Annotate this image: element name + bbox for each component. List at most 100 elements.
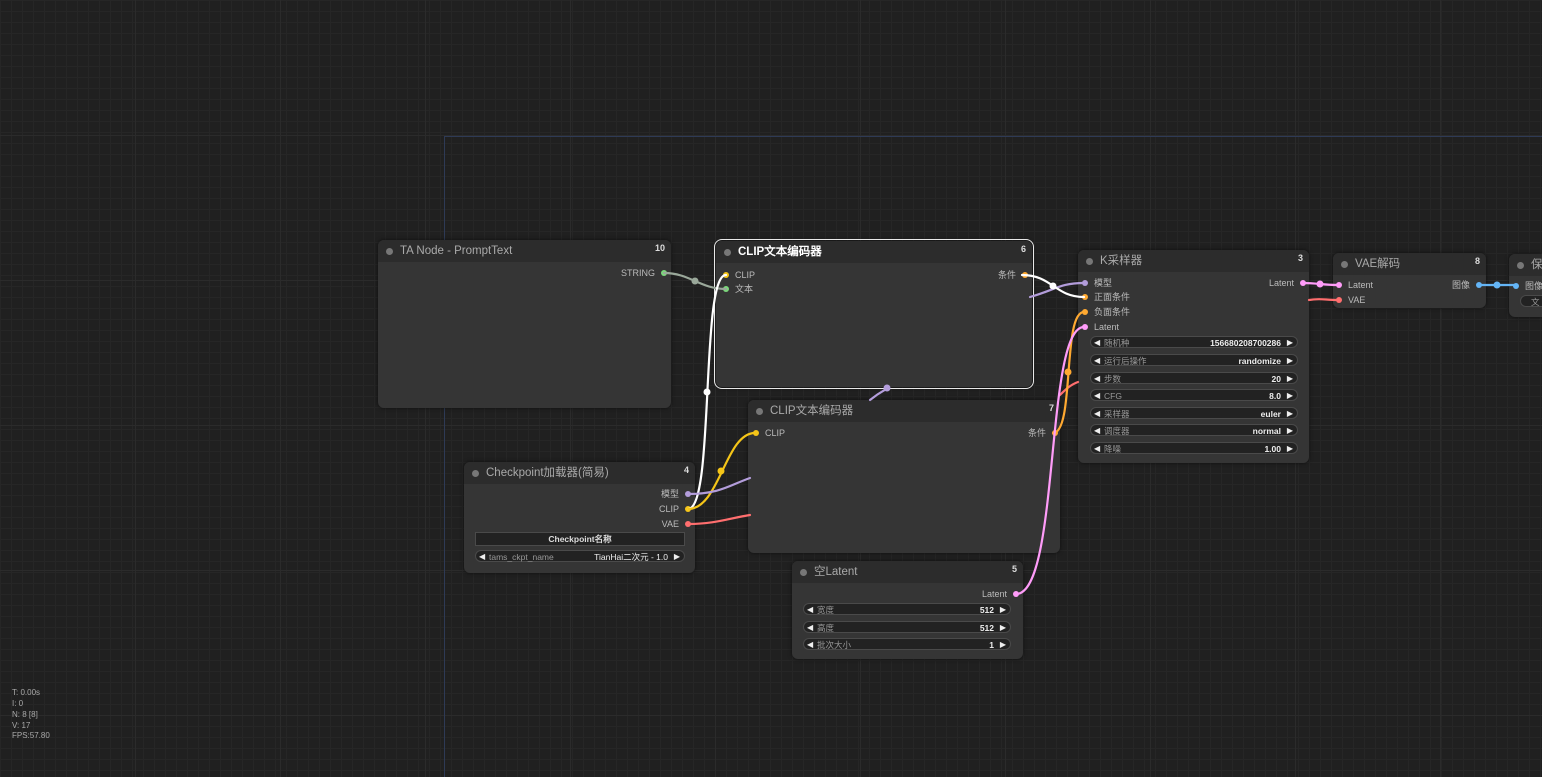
collapse-dot-icon[interactable] [472, 470, 479, 477]
widget-control-after-generate[interactable]: ◀ 运行后操作 randomize ▶ [1090, 354, 1298, 366]
left-arrow-icon[interactable]: ◀ [1094, 355, 1100, 367]
node-ksampler[interactable]: K采样器 3 模型 正面条件 负面条件 Latent Latent ◀ 随机种 … [1078, 250, 1309, 463]
node-save-image[interactable]: 保 图像 文 [1509, 254, 1542, 317]
widget-height[interactable]: ◀ 高度 512 ▶ [803, 621, 1011, 633]
slot-dot-icon[interactable] [685, 506, 691, 512]
right-arrow-icon[interactable]: ▶ [1287, 390, 1293, 402]
node-clip-encoder-7[interactable]: CLIP文本编码器 7 CLIP 条件 [748, 400, 1060, 553]
collapse-dot-icon[interactable] [1086, 258, 1093, 265]
widget-cfg[interactable]: ◀ CFG 8.0 ▶ [1090, 389, 1298, 401]
left-arrow-icon[interactable]: ◀ [1094, 425, 1100, 437]
left-arrow-icon[interactable]: ◀ [1094, 373, 1100, 385]
slot-dot-icon[interactable] [1022, 272, 1028, 278]
left-arrow-icon[interactable]: ◀ [1094, 337, 1100, 349]
filename-prefix-widget[interactable]: 文 [1520, 295, 1542, 307]
widget-steps[interactable]: ◀ 步数 20 ▶ [1090, 372, 1298, 384]
right-arrow-icon[interactable]: ▶ [1287, 337, 1293, 349]
collapse-dot-icon[interactable] [1341, 261, 1348, 268]
collapse-dot-icon[interactable] [1517, 262, 1524, 269]
stat-iterations: I: 0 [12, 699, 24, 708]
input-slot-latent[interactable]: Latent [1336, 279, 1373, 291]
slot-dot-icon[interactable] [1476, 282, 1482, 288]
input-slot-negative[interactable]: 负面条件 [1082, 306, 1130, 318]
output-slot-conditioning[interactable]: 条件 [998, 269, 1028, 281]
left-arrow-icon[interactable]: ◀ [1094, 443, 1100, 455]
slot-dot-icon[interactable] [1336, 297, 1342, 303]
right-arrow-icon[interactable]: ▶ [1287, 443, 1293, 455]
slot-dot-icon[interactable] [685, 491, 691, 497]
node-title-bar[interactable]: CLIP文本编码器 7 [748, 400, 1060, 422]
node-prompt-text[interactable]: TA Node - PromptText 10 STRING [378, 240, 671, 408]
widget-denoise[interactable]: ◀ 降噪 1.00 ▶ [1090, 442, 1298, 454]
output-slot-conditioning[interactable]: 条件 [1028, 427, 1058, 439]
input-slot-model[interactable]: 模型 [1082, 277, 1112, 289]
node-title-bar[interactable]: VAE解码 8 [1333, 253, 1486, 275]
collapse-dot-icon[interactable] [756, 408, 763, 415]
output-slot-model[interactable]: 模型 [661, 488, 691, 500]
input-slot-text[interactable]: 文本 [723, 283, 753, 295]
output-slot-string[interactable]: STRING [621, 267, 667, 279]
left-arrow-icon[interactable]: ◀ [807, 622, 813, 634]
collapse-dot-icon[interactable] [800, 569, 807, 576]
node-id: 3 [1297, 253, 1303, 263]
right-arrow-icon[interactable]: ▶ [1000, 639, 1006, 651]
slot-dot-icon[interactable] [1300, 280, 1306, 286]
node-title-bar[interactable]: Checkpoint加载器(简易) 4 [464, 462, 695, 484]
slot-dot-icon[interactable] [1082, 324, 1088, 330]
output-slot-latent[interactable]: Latent [1269, 277, 1306, 289]
widget-sampler[interactable]: ◀ 采样器 euler ▶ [1090, 407, 1298, 419]
right-arrow-icon[interactable]: ▶ [1287, 408, 1293, 420]
widget-seed[interactable]: ◀ 随机种 156680208700286 ▶ [1090, 336, 1298, 348]
left-arrow-icon[interactable]: ◀ [807, 639, 813, 651]
collapse-dot-icon[interactable] [724, 249, 731, 256]
right-arrow-icon[interactable]: ▶ [1000, 622, 1006, 634]
collapse-dot-icon[interactable] [386, 248, 393, 255]
output-slot-vae[interactable]: VAE [662, 518, 691, 530]
node-title-bar[interactable]: 空Latent 5 [792, 561, 1023, 583]
output-slot-image[interactable]: 图像 [1452, 279, 1482, 291]
slot-dot-icon[interactable] [685, 521, 691, 527]
widget-scheduler[interactable]: ◀ 调度器 normal ▶ [1090, 424, 1298, 436]
slot-dot-icon[interactable] [753, 430, 759, 436]
node-title-bar[interactable]: 保 [1509, 254, 1542, 276]
input-slot-clip[interactable]: CLIP [753, 427, 785, 439]
input-slot-image[interactable]: 图像 [1513, 280, 1542, 292]
left-arrow-icon[interactable]: ◀ [1094, 408, 1100, 420]
slot-dot-icon[interactable] [1052, 430, 1058, 436]
ckpt-name-combo[interactable]: ◀ tams_ckpt_name TianHai二次元 - 1.0 ▶ [475, 550, 685, 562]
output-slot-clip[interactable]: CLIP [659, 503, 691, 515]
node-vae-decode[interactable]: VAE解码 8 Latent VAE 图像 [1333, 253, 1486, 308]
node-title-bar[interactable]: K采样器 3 [1078, 250, 1309, 272]
node-checkpoint-loader[interactable]: Checkpoint加载器(简易) 4 模型 CLIP VAE Checkpoi… [464, 462, 695, 573]
right-arrow-icon[interactable]: ▶ [1000, 604, 1006, 616]
left-arrow-icon[interactable]: ◀ [1094, 390, 1100, 402]
slot-dot-icon[interactable] [661, 270, 667, 276]
slot-dot-icon[interactable] [1082, 294, 1088, 300]
node-title-bar[interactable]: CLIP文本编码器 6 [716, 241, 1032, 263]
node-clip-encoder-6[interactable]: CLIP文本编码器 6 CLIP 文本 条件 [714, 239, 1034, 389]
widget-width[interactable]: ◀ 宽度 512 ▶ [803, 603, 1011, 615]
input-slot-latent[interactable]: Latent [1082, 321, 1119, 333]
right-arrow-icon[interactable]: ▶ [674, 551, 680, 563]
right-arrow-icon[interactable]: ▶ [1287, 425, 1293, 437]
right-arrow-icon[interactable]: ▶ [1287, 373, 1293, 385]
stat-time: T: 0.00s [12, 688, 41, 697]
node-title-bar[interactable]: TA Node - PromptText 10 [378, 240, 671, 262]
checkpoint-name-button[interactable]: Checkpoint名称 [475, 532, 685, 546]
widget-batch-size[interactable]: ◀ 批次大小 1 ▶ [803, 638, 1011, 650]
slot-dot-icon[interactable] [1013, 591, 1019, 597]
left-arrow-icon[interactable]: ◀ [479, 551, 485, 563]
slot-dot-icon[interactable] [723, 272, 729, 278]
input-slot-positive[interactable]: 正面条件 [1082, 291, 1130, 303]
node-empty-latent[interactable]: 空Latent 5 Latent ◀ 宽度 512 ▶ ◀ 高度 512 ▶ ◀… [792, 561, 1023, 659]
right-arrow-icon[interactable]: ▶ [1287, 355, 1293, 367]
left-arrow-icon[interactable]: ◀ [807, 604, 813, 616]
slot-dot-icon[interactable] [1082, 280, 1088, 286]
input-slot-vae[interactable]: VAE [1336, 294, 1365, 306]
output-slot-latent[interactable]: Latent [982, 588, 1019, 600]
input-slot-clip[interactable]: CLIP [723, 269, 755, 281]
slot-dot-icon[interactable] [723, 286, 729, 292]
slot-dot-icon[interactable] [1336, 282, 1342, 288]
slot-dot-icon[interactable] [1082, 309, 1088, 315]
slot-dot-icon[interactable] [1513, 283, 1519, 289]
